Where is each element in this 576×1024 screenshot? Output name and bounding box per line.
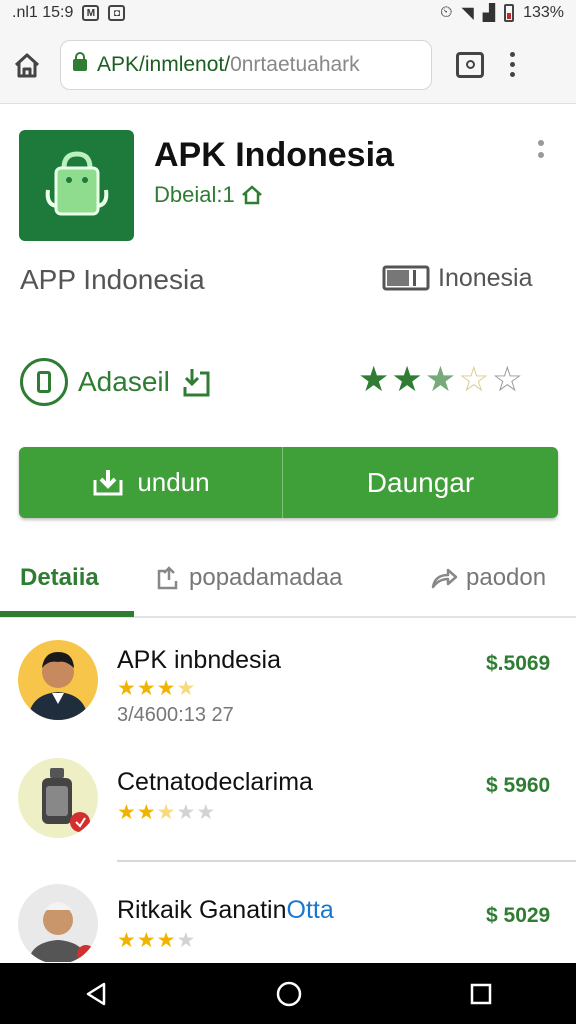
star-half-icon: ★ bbox=[424, 360, 457, 399]
star-empty-icon: ★ bbox=[176, 929, 197, 952]
item-name: APK inbndesia bbox=[117, 646, 282, 674]
item-price[interactable]: $ 5029 bbox=[486, 904, 550, 928]
tab-popular[interactable]: popadamadaa bbox=[155, 564, 342, 592]
battery-percent: 133% bbox=[523, 4, 564, 21]
share-arrow-icon bbox=[431, 568, 458, 589]
app-rating: ★ ★ ★ ☆ ☆ bbox=[358, 360, 523, 400]
developer-name[interactable]: APP Indonesia bbox=[20, 264, 205, 296]
tab-details-label: Detaiia bbox=[20, 564, 99, 591]
item-rating: ★★★★ bbox=[117, 676, 196, 701]
star-half-icon: ★ bbox=[176, 677, 197, 700]
app-more-icon[interactable] bbox=[538, 140, 544, 158]
download-icon bbox=[93, 469, 123, 495]
download-tray-icon bbox=[183, 369, 210, 397]
star-full-icon: ★ bbox=[117, 677, 137, 700]
home-outline-icon bbox=[241, 185, 262, 205]
wifi-icon: ◥ bbox=[461, 5, 474, 22]
download-button[interactable]: Daungar bbox=[283, 447, 558, 518]
star-full-icon: ★ bbox=[117, 801, 137, 824]
cell-signal-icon: ▟ bbox=[482, 5, 496, 22]
region-info: Inonesia bbox=[382, 264, 533, 293]
item-name-text: Ritkaik Ganatin bbox=[117, 896, 287, 924]
active-tab-indicator bbox=[0, 611, 134, 617]
browser-toolbar: APK/inmlenot/0nrtaetuahark bbox=[0, 26, 576, 104]
list-item[interactable]: APK inbndesia ★★★★ 3/4600:13 27 $.5069 bbox=[0, 632, 576, 742]
star-full-icon: ★ bbox=[117, 929, 137, 952]
badge-label: Adaseil bbox=[78, 366, 170, 397]
tab-popular-label: popadamadaa bbox=[189, 564, 343, 591]
tabs-icon[interactable] bbox=[456, 51, 484, 78]
item-price[interactable]: $ 5960 bbox=[486, 774, 550, 798]
star-full-icon: ★ bbox=[156, 677, 177, 700]
item-rating: ★★★★★ bbox=[117, 800, 216, 825]
star-full-icon: ★ bbox=[136, 677, 157, 700]
action-bar: undun Daungar bbox=[19, 447, 558, 518]
notification-app-icon: ◘ bbox=[108, 5, 126, 21]
list-item[interactable]: Cetnatodeclarima ★★★★★ $ 5960 bbox=[0, 752, 576, 862]
app-version-text: Dbeial:1 bbox=[154, 182, 235, 207]
item-rating: ★★★★ bbox=[117, 928, 196, 953]
app-icon bbox=[19, 130, 134, 241]
tab-bar: Detaiia popadamadaa paodon bbox=[0, 540, 576, 618]
home-circle-icon[interactable] bbox=[274, 979, 304, 1009]
status-right: ⏲ ◥ ▟ 133% bbox=[440, 3, 564, 23]
star-full-icon: ★ bbox=[136, 929, 157, 952]
lock-icon bbox=[73, 51, 87, 71]
badge-phone-icon bbox=[20, 358, 68, 406]
item-name: Cetnatodeclarima bbox=[117, 768, 313, 796]
more-vert-icon[interactable] bbox=[510, 52, 515, 77]
star-full-icon: ★ bbox=[156, 929, 177, 952]
back-icon[interactable] bbox=[82, 980, 110, 1008]
home-icon[interactable] bbox=[12, 50, 42, 80]
signal-time-text: .nl1 15:9 bbox=[12, 4, 74, 21]
tab-share[interactable]: paodon bbox=[430, 564, 546, 592]
item-name-highlight: Otta bbox=[286, 896, 334, 924]
star-full-icon: ★ bbox=[391, 360, 423, 399]
star-outline-icon: ☆ bbox=[491, 360, 523, 399]
app-title: APK Indonesia bbox=[154, 136, 394, 174]
url-bar[interactable]: APK/inmlenot/0nrtaetuahark bbox=[60, 39, 432, 90]
avatar bbox=[18, 758, 98, 838]
list-item[interactable]: Ritkaik GanatinOtta ★★★★ $ 5029 bbox=[0, 876, 576, 962]
star-empty-icon: ★ bbox=[176, 801, 197, 824]
alarm-icon: ⏲ bbox=[439, 4, 453, 21]
avatar bbox=[18, 884, 98, 962]
star-full-icon: ★ bbox=[136, 801, 157, 824]
avatar bbox=[18, 640, 98, 720]
star-half-icon: ★ bbox=[156, 801, 177, 824]
divider bbox=[117, 860, 576, 862]
star-empty-icon: ★ bbox=[196, 801, 217, 824]
notification-m-icon: M bbox=[82, 5, 100, 21]
install-label: undun bbox=[137, 467, 210, 497]
star-full-icon: ★ bbox=[358, 360, 390, 399]
url-path: 0nrtaetuahark bbox=[230, 52, 360, 76]
region-label: Inonesia bbox=[438, 264, 533, 292]
android-bag-icon bbox=[45, 150, 108, 215]
tab-details[interactable]: Detaiia bbox=[20, 564, 99, 592]
item-meta: 3/4600:13 27 bbox=[117, 704, 234, 726]
app-version: Dbeial:1 bbox=[154, 182, 263, 208]
item-price[interactable]: $.5069 bbox=[486, 652, 550, 676]
recents-icon[interactable] bbox=[468, 981, 494, 1007]
flag-box-icon bbox=[382, 265, 430, 290]
install-button[interactable]: undun bbox=[19, 447, 283, 518]
battery-icon bbox=[504, 4, 515, 22]
download-label: Daungar bbox=[366, 466, 475, 498]
system-nav-bar bbox=[0, 963, 576, 1024]
url-host: APK/inmlenot/ bbox=[97, 52, 231, 76]
status-left: .nl1 15:9 M ◘ bbox=[12, 4, 126, 22]
item-name: Ritkaik GanatinOtta bbox=[117, 896, 334, 925]
share-box-icon bbox=[157, 566, 178, 590]
status-bar: .nl1 15:9 M ◘ ⏲ ◥ ▟ 133% bbox=[0, 0, 576, 26]
badge-row[interactable]: Adaseil bbox=[20, 358, 214, 406]
star-empty-icon: ☆ bbox=[458, 360, 490, 399]
tab-share-label: paodon bbox=[466, 564, 547, 591]
